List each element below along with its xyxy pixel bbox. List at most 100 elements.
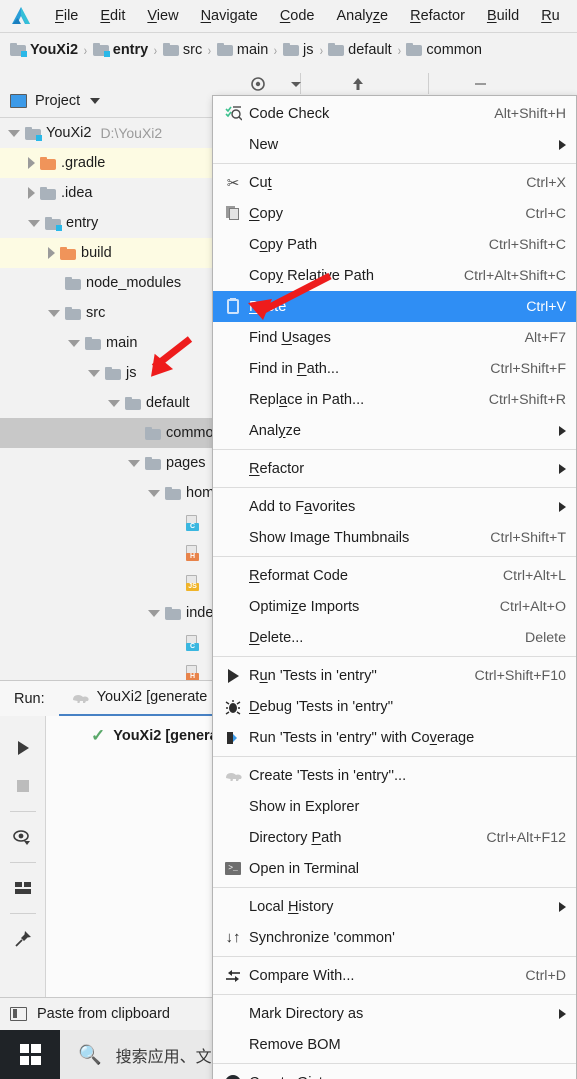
menu-item-localhistory[interactable]: Local History: [213, 891, 576, 922]
tree-node-build[interactable]: build: [0, 238, 212, 268]
menu-item-replaceinpath[interactable]: Replace in Path... Ctrl+Shift+R: [213, 384, 576, 415]
breadcrumb-item-youxi2[interactable]: YouXi2: [10, 42, 78, 58]
tree-node-idea[interactable]: .idea: [0, 178, 212, 208]
toolbar-dropdown-icon[interactable]: [286, 74, 306, 94]
tree-twisty-icon[interactable]: [28, 219, 40, 227]
tree-twisty-icon[interactable]: [88, 369, 100, 377]
file-css-icon: C: [185, 635, 200, 651]
tree-node-pages[interactable]: pages: [0, 448, 212, 478]
breadcrumb-item-js[interactable]: js: [283, 42, 314, 58]
menu-item-findinpath[interactable]: Find in Path... Ctrl+Shift+F: [213, 353, 576, 384]
menu-refactor[interactable]: Refactor: [399, 6, 476, 26]
tree-node-main[interactable]: main: [0, 328, 212, 358]
pin-button[interactable]: [6, 922, 40, 956]
stop-button[interactable]: [6, 769, 40, 803]
menu-item-addtofavorites[interactable]: Add to Favorites: [213, 491, 576, 522]
tree-twisty-icon[interactable]: [128, 459, 140, 467]
menu-build[interactable]: Build: [476, 6, 530, 26]
tree-node-gradle[interactable]: .gradle: [0, 148, 212, 178]
tree-twisty-icon[interactable]: [148, 609, 160, 617]
run-tab-youxi2[interactable]: YouXi2 [generate: [58, 681, 220, 717]
tree-node-src[interactable]: src: [0, 298, 212, 328]
project-tool-window-header[interactable]: Project: [0, 85, 212, 118]
project-tree[interactable]: YouXi2 D:\YouXi2 .gradle .idea entry build nod…: [0, 118, 212, 680]
toggle-tasks-button[interactable]: [6, 820, 40, 854]
toolbar-upload-icon[interactable]: [348, 74, 368, 94]
menu-item-creategist[interactable]: Create Gist...: [213, 1067, 576, 1079]
menu-edit[interactable]: Edit: [89, 6, 136, 26]
menu-item-copy[interactable]: Copy Ctrl+C: [213, 198, 576, 229]
menu-item-cut[interactable]: ✂ Cut Ctrl+X: [213, 167, 576, 198]
tree-node-home[interactable]: home: [0, 478, 212, 508]
tree-node-js[interactable]: js: [0, 358, 212, 388]
breadcrumb-item-default[interactable]: default: [328, 42, 392, 58]
breadcrumb-item-entry[interactable]: entry: [92, 42, 148, 58]
menu-separator: [213, 487, 576, 488]
menu-item-showinexplorer[interactable]: Show in Explorer: [213, 791, 576, 822]
menu-navigate[interactable]: Navigate: [190, 6, 269, 26]
tree-twisty-icon[interactable]: [48, 247, 55, 259]
toolbar-extra-icon[interactable]: [470, 74, 490, 94]
tree-twisty-icon[interactable]: [28, 157, 35, 169]
menu-item-debugtestsinentry[interactable]: Debug 'Tests in 'entry'': [213, 691, 576, 722]
menu-item-analyze[interactable]: Analyze: [213, 415, 576, 446]
chevron-down-icon[interactable]: [90, 98, 101, 104]
menu-item-runtestsinentrywithcoverage[interactable]: Run 'Tests in 'entry'' with Coverage: [213, 722, 576, 753]
folder-orange-icon: [40, 156, 56, 170]
tree-node-file[interactable]: JS: [0, 568, 212, 598]
breadcrumb-item-common[interactable]: common: [406, 42, 482, 58]
tree-node-file[interactable]: C: [0, 508, 212, 538]
tree-twisty-icon[interactable]: [48, 309, 60, 317]
toggle-toolwindow-icon[interactable]: [10, 1007, 27, 1021]
tree-twisty-icon[interactable]: [28, 187, 35, 199]
tree-twisty-icon[interactable]: [8, 129, 20, 137]
menu-file[interactable]: File: [44, 6, 89, 26]
menu-item-reformatcode[interactable]: Reformat Code Ctrl+Alt+L: [213, 560, 576, 591]
tree-twisty-icon[interactable]: [108, 399, 120, 407]
tree-twisty-icon[interactable]: [148, 489, 160, 497]
tree-node-index[interactable]: index: [0, 598, 212, 628]
menu-item-new[interactable]: New: [213, 129, 576, 160]
breadcrumb-item-label: main: [236, 41, 269, 58]
toolbar-settings-icon[interactable]: [248, 74, 268, 94]
rerun-button[interactable]: [6, 731, 40, 765]
tree-node-nodemodules[interactable]: node_modules: [0, 268, 212, 298]
menu-item-synchronizecommon[interactable]: ↓↑ Synchronize 'common': [213, 922, 576, 953]
layout-button[interactable]: [6, 871, 40, 905]
tree-node-file[interactable]: H: [0, 538, 212, 568]
menu-item-codecheck[interactable]: Code Check Alt+Shift+H: [213, 98, 576, 129]
menu-item-runtestsinentry[interactable]: Run 'Tests in 'entry'' Ctrl+Shift+F10: [213, 660, 576, 691]
menu-item-comparewith[interactable]: Compare With... Ctrl+D: [213, 960, 576, 991]
context-menu[interactable]: Code Check Alt+Shift+H New ✂ Cut Ctrl+X Copy Ct…: [212, 95, 577, 1079]
menu-item-copypath[interactable]: Copy Path Ctrl+Shift+C: [213, 229, 576, 260]
menu-code[interactable]: Code: [269, 6, 326, 26]
tree-node-file[interactable]: H: [0, 658, 212, 680]
scissors-icon: ✂: [226, 174, 240, 192]
tree-node-file[interactable]: C: [0, 628, 212, 658]
menu-analyze[interactable]: Analyze: [326, 6, 400, 26]
menu-item-markdirectoryas[interactable]: Mark Directory as: [213, 998, 576, 1029]
tree-node-common[interactable]: common: [0, 418, 212, 448]
menu-item-findusages[interactable]: Find Usages Alt+F7: [213, 322, 576, 353]
project-panel-title: Project: [35, 93, 81, 109]
menu-item-delete[interactable]: Delete... Delete: [213, 622, 576, 653]
menu-item-refactor[interactable]: Refactor: [213, 453, 576, 484]
tree-node-youxi2[interactable]: YouXi2 D:\YouXi2: [0, 118, 212, 148]
menu-run[interactable]: Ru: [530, 6, 571, 26]
menu-item-copyrelativepath[interactable]: Copy Relative Path Ctrl+Alt+Shift+C: [213, 260, 576, 291]
tree-node-entry[interactable]: entry: [0, 208, 212, 238]
menu-item-paste[interactable]: Paste Ctrl+V: [213, 291, 576, 322]
menu-item-openinterminal[interactable]: >_ Open in Terminal: [213, 853, 576, 884]
breadcrumb-item-src[interactable]: src: [162, 42, 202, 58]
tree-node-default[interactable]: default: [0, 388, 212, 418]
tree-twisty-icon[interactable]: [68, 339, 80, 347]
menu-view[interactable]: View: [136, 6, 189, 26]
windows-start-button[interactable]: [0, 1030, 60, 1079]
app-logo-icon: [8, 4, 34, 28]
menu-item-createtestsinentry[interactable]: Create 'Tests in 'entry''...: [213, 760, 576, 791]
menu-item-directorypath[interactable]: Directory Path Ctrl+Alt+F12: [213, 822, 576, 853]
menu-item-optimizeimports[interactable]: Optimize Imports Ctrl+Alt+O: [213, 591, 576, 622]
breadcrumb-item-main[interactable]: main: [216, 41, 269, 58]
menu-item-removebom[interactable]: Remove BOM: [213, 1029, 576, 1060]
menu-item-showimagethumbnails[interactable]: Show Image Thumbnails Ctrl+Shift+T: [213, 522, 576, 553]
